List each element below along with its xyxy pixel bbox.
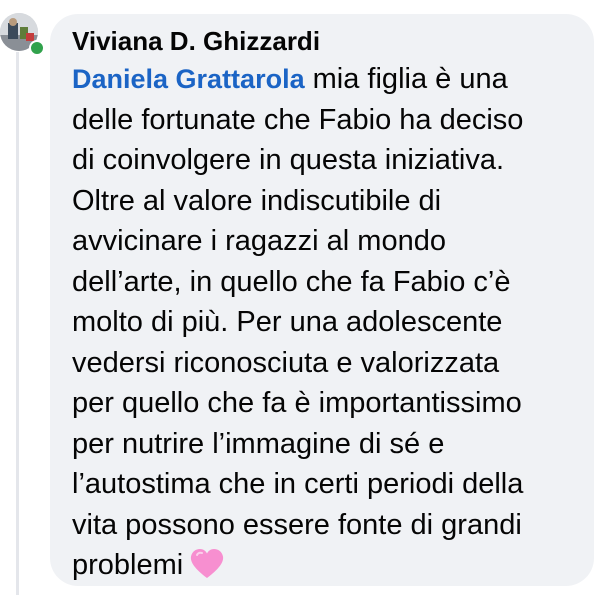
comment-line-2: delle fortunate che Fabio ha deciso	[72, 103, 524, 136]
comment-line-text: mia figlia è una	[304, 63, 508, 95]
comment-line-3: di coinvolgere in questa iniziativa.	[72, 144, 505, 176]
comment-line-9: per quello che fa è importantissimo	[72, 387, 522, 419]
comment-line-1: Daniela Grattarola mia figlia è una	[72, 59, 574, 100]
online-status-indicator	[29, 40, 45, 56]
comment-line-13: problemi	[72, 545, 574, 592]
comment-line-12: vita possono essere fonte di grandi	[72, 508, 522, 541]
comment-author-name[interactable]: Viviana D. Ghizzardi	[72, 23, 574, 59]
pink-heart-icon	[189, 548, 225, 592]
comment-line-11: l’autostima che in certi periodi della	[72, 468, 524, 500]
thread-connector-line	[16, 52, 19, 595]
comment-line-text: problemi	[72, 549, 184, 581]
comment-thread: Viviana D. Ghizzardi Daniela Grattarola …	[0, 0, 600, 595]
comment-line-8: vedersi riconosciuta e valorizzata	[72, 346, 500, 379]
comment-bubble: Viviana D. Ghizzardi Daniela Grattarola …	[50, 14, 594, 586]
comment-line-7: molto di più. Per una adolescente	[72, 306, 503, 338]
comment-line-10: per nutrire l’immagine di sé e	[72, 427, 445, 460]
comment-line-6: dell’arte, in quello che fa Fabio c’è	[72, 265, 511, 298]
comment-line-5: avvicinare i ragazzi al mondo	[72, 225, 446, 257]
comment-body: Daniela Grattarola mia figlia è una dell…	[72, 59, 574, 592]
mention-link[interactable]: Daniela Grattarola	[72, 64, 305, 94]
comment-line-4: Oltre al valore indiscutibile di	[72, 184, 442, 217]
